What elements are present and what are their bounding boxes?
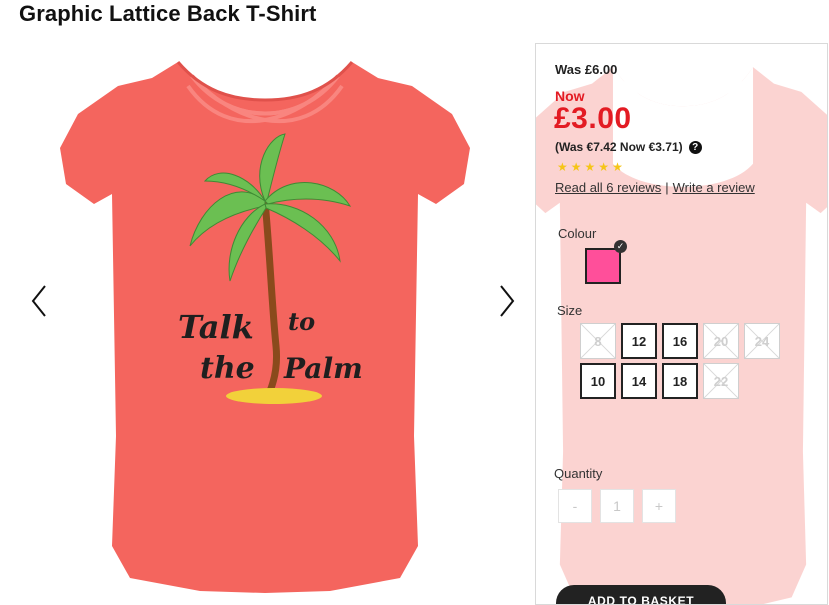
size-option-8: 8	[580, 323, 616, 359]
add-to-basket-button[interactable]: ADD TO BASKET	[556, 585, 726, 604]
quantity-decrease-button[interactable]: -	[558, 489, 592, 523]
star-icon: ★	[612, 160, 623, 174]
svg-text:Palm: Palm	[283, 352, 363, 385]
product-image: Talk to the Palm	[60, 61, 470, 593]
was-price: Was £6.00	[555, 62, 618, 77]
gallery-prev-button[interactable]	[25, 282, 57, 320]
star-icon: ★	[584, 160, 596, 174]
size-option-18[interactable]: 18	[662, 363, 698, 399]
size-option-10[interactable]: 10	[580, 363, 616, 399]
t-shirt-body	[60, 62, 470, 593]
svg-text:to: to	[288, 307, 315, 336]
quantity-input[interactable]: 1	[600, 489, 634, 523]
star-icon: ★	[557, 160, 568, 174]
rating-stars: ★ ★ ★ ★ ★	[557, 161, 623, 173]
size-option-24: 24	[744, 323, 780, 359]
size-option-16[interactable]: 16	[662, 323, 698, 359]
size-option-20: 20	[703, 323, 739, 359]
write-review-link[interactable]: Write a review	[673, 180, 755, 195]
reviews-separator: |	[665, 180, 669, 195]
size-option-14[interactable]: 14	[621, 363, 657, 399]
star-icon: ★	[570, 160, 582, 174]
svg-text:the: the	[200, 351, 255, 386]
product-details-panel: Was £6.00 Now £3.00 (Was €7.42 Now €3.71…	[535, 43, 828, 605]
quantity-label: Quantity	[554, 466, 603, 481]
size-label: Size	[557, 303, 583, 318]
euro-price-text: (Was €7.42 Now €3.71)	[555, 140, 683, 154]
page-title: Graphic Lattice Back T-Shirt	[19, 1, 317, 26]
star-icon: ★	[598, 160, 610, 174]
read-reviews-link[interactable]: Read all 6 reviews	[555, 180, 661, 195]
size-option-12[interactable]: 12	[621, 323, 657, 359]
colour-swatch-pink[interactable]	[585, 248, 621, 284]
size-option-22: 22	[703, 363, 739, 399]
help-icon[interactable]: ?	[688, 140, 702, 154]
gallery-next-button[interactable]	[489, 282, 521, 320]
quantity-increase-button[interactable]: +	[642, 489, 676, 523]
chevron-left-icon	[31, 285, 46, 317]
euro-price: (Was €7.42 Now €3.71) ?	[555, 140, 702, 154]
svg-text:Talk: Talk	[178, 308, 254, 346]
check-icon: ✓	[614, 240, 627, 253]
colour-label: Colour	[558, 226, 597, 241]
reviews-links: Read all 6 reviews | Write a review	[555, 180, 755, 195]
chevron-right-icon	[500, 285, 515, 317]
image-gallery: Talk to the Palm	[25, 50, 525, 597]
sand-patch	[226, 388, 322, 404]
now-price: £3.00	[554, 102, 632, 135]
